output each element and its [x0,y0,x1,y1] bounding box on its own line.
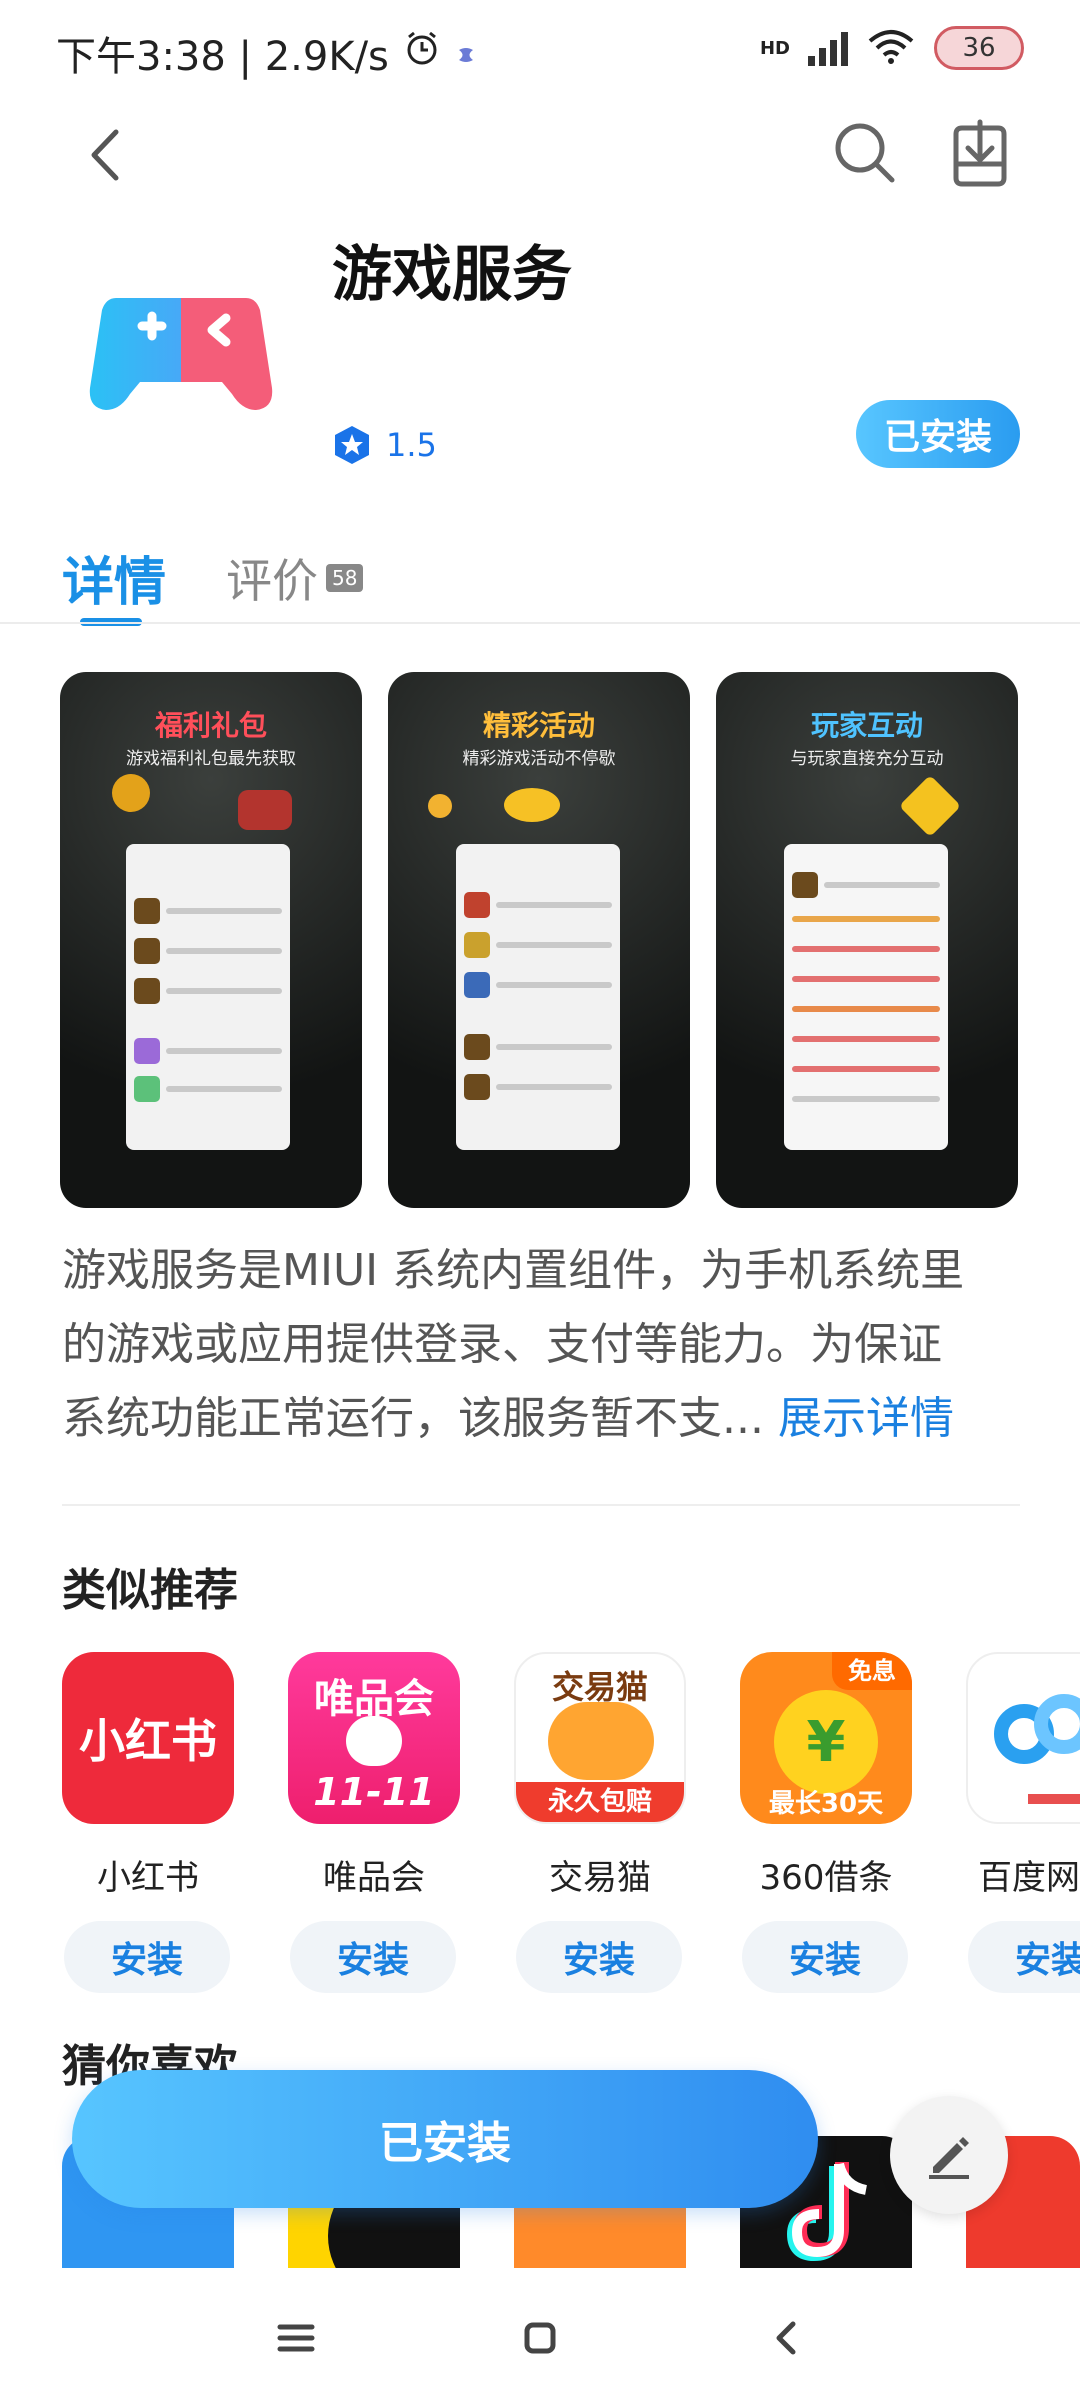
back-icon [776,2321,796,2355]
pencil-icon [929,2137,969,2179]
description-line-text: 系统功能正常运行，该服务暂不支... [62,1393,764,1444]
screenshot-subtitle: 游戏福利礼包最先获取 [126,749,296,769]
status-right: HD 36 [760,26,1024,70]
tab-reviews-label: 评价 [226,553,319,608]
app-icon [86,278,276,418]
star-decoration [898,774,962,838]
icon-subtext: 永久包赔 [516,1782,684,1822]
app-description: 游戏服务是MIUI 系统内置组件，为手机系统里 的游戏或应用提供登录、支付等能力… [62,1234,1022,1456]
tab-detail-label: 详情 [62,553,167,613]
hd-label: HD [759,37,790,59]
system-nav-bar [0,2268,1080,2400]
search-icon [835,123,895,183]
screenshot-title: 玩家互动 [810,709,923,742]
app-name: 唯品会 [323,1858,425,1898]
screenshot-card [456,844,620,1150]
screenshot-subtitle: 精彩游戏活动不停歇 [462,749,616,769]
icon-text: 小红书 [79,1714,217,1768]
search-button[interactable] [830,118,900,188]
show-details-link[interactable]: 展示详情 [778,1393,954,1444]
rating-value: 1.5 [386,426,437,464]
recent-apps-button[interactable] [266,2308,326,2368]
screenshot-1[interactable]: 福利礼包 游戏福利礼包最先获取 [60,672,362,1208]
yuan-coin-icon: ¥ [774,1690,878,1794]
signal-icon [808,30,848,66]
home-button[interactable] [510,2308,570,2368]
app-name: 交易猫 [549,1858,651,1898]
jiaoyimao-app-icon: 交易猫 永久包赔 [514,1652,686,1824]
installed-button[interactable]: 已安装 [856,400,1020,468]
wifi-icon [866,27,916,69]
recommended-app-baidu[interactable]: 百度网 安装 [966,1652,1080,1993]
install-button[interactable]: 安装 [64,1921,230,1993]
install-button[interactable]: 安装 [516,1921,682,1993]
360jietiao-app-icon: 免息 ¥ 最长30天 [740,1652,912,1824]
alarm-icon [403,29,441,77]
status-bar: 下午3:38 | 2.9K/s HD 36 [0,0,1080,100]
screenshot-3[interactable]: 玩家互动 与玩家直接充分互动 [716,672,1018,1208]
status-time: 下午3:38 | 2.9K/s [56,34,389,80]
description-line: 的游戏或应用提供登录、支付等能力。为保证 [62,1319,942,1370]
app-name: 360借条 [759,1858,893,1898]
recommended-app-360jietiao[interactable]: 免息 ¥ 最长30天 360借条 安装 [740,1652,912,1993]
icon-subtext: 11-11 [313,1770,435,1814]
similar-section-title: 类似推荐 [62,1565,238,1616]
tab-divider [0,622,1080,624]
section-divider [62,1504,1020,1506]
download-manager-button[interactable] [948,118,1012,190]
tab-reviews[interactable]: 评价 58 [226,545,364,611]
notification-icon [455,30,477,76]
rating: 1.5 [332,424,437,466]
icon-badge: 免息 [832,1652,912,1690]
app-title: 游戏服务 [332,240,572,310]
bottom-installed-button[interactable]: 已安装 [72,2070,818,2208]
screenshot-subtitle: 与玩家直接充分互动 [790,749,944,769]
install-button[interactable]: 安装 [290,1921,456,1993]
install-button[interactable]: 安装 [968,1921,1080,1993]
screenshot-2[interactable]: 精彩活动 精彩游戏活动不停歇 [388,672,690,1208]
download-icon [953,119,1007,187]
reviews-count-badge: 58 [326,563,364,592]
battery-level: 36 [962,33,996,63]
tab-bar: 详情 评价 58 [62,540,364,626]
cat-mascot-icon [548,1702,654,1780]
install-button[interactable]: 安装 [742,1921,908,1993]
baidu-netdisk-app-icon [966,1652,1080,1824]
battery-icon: 36 [934,26,1024,70]
recommended-app-xiaohongshu[interactable]: 小红书 小红书 安装 [62,1652,234,1993]
coin-bag-decoration [112,774,150,812]
screenshot-title: 精彩活动 [482,709,595,742]
nav-back-button[interactable] [756,2308,816,2368]
recommended-app-vipshop[interactable]: 唯品会 11-11 唯品会 安装 [288,1652,460,1993]
icon-bar [1028,1794,1080,1804]
gold-ingot-decoration [504,788,560,822]
rating-star-icon [335,426,369,464]
tab-detail[interactable]: 详情 [62,540,167,626]
xiaohongshu-app-icon: 小红书 [62,1652,234,1824]
icon-subtext: 最长30天 [768,1789,884,1819]
screenshot-title: 福利礼包 [154,709,267,742]
description-line: 游戏服务是MIUI 系统内置组件，为手机系统里 [62,1245,965,1296]
screenshot-card [784,844,948,1150]
menu-icon [277,2324,315,2352]
chest-decoration [238,790,292,830]
screenshot-card [126,844,290,1150]
description-line: 系统功能正常运行，该服务暂不支... 展示详情 [62,1382,1022,1456]
back-button[interactable] [78,120,138,190]
status-left: 下午3:38 | 2.9K/s [56,24,477,82]
app-name: 小红书 [97,1858,199,1898]
app-name: 百度网 [978,1858,1080,1898]
mascot-icon [346,1716,402,1766]
vipshop-app-icon: 唯品会 11-11 [288,1652,460,1824]
chevron-left-icon [91,129,119,181]
edit-review-button[interactable] [890,2096,1008,2214]
recommended-app-jiaoyimao[interactable]: 交易猫 永久包赔 交易猫 安装 [514,1652,686,1993]
home-icon [524,2322,556,2354]
coin-decoration [428,794,452,818]
